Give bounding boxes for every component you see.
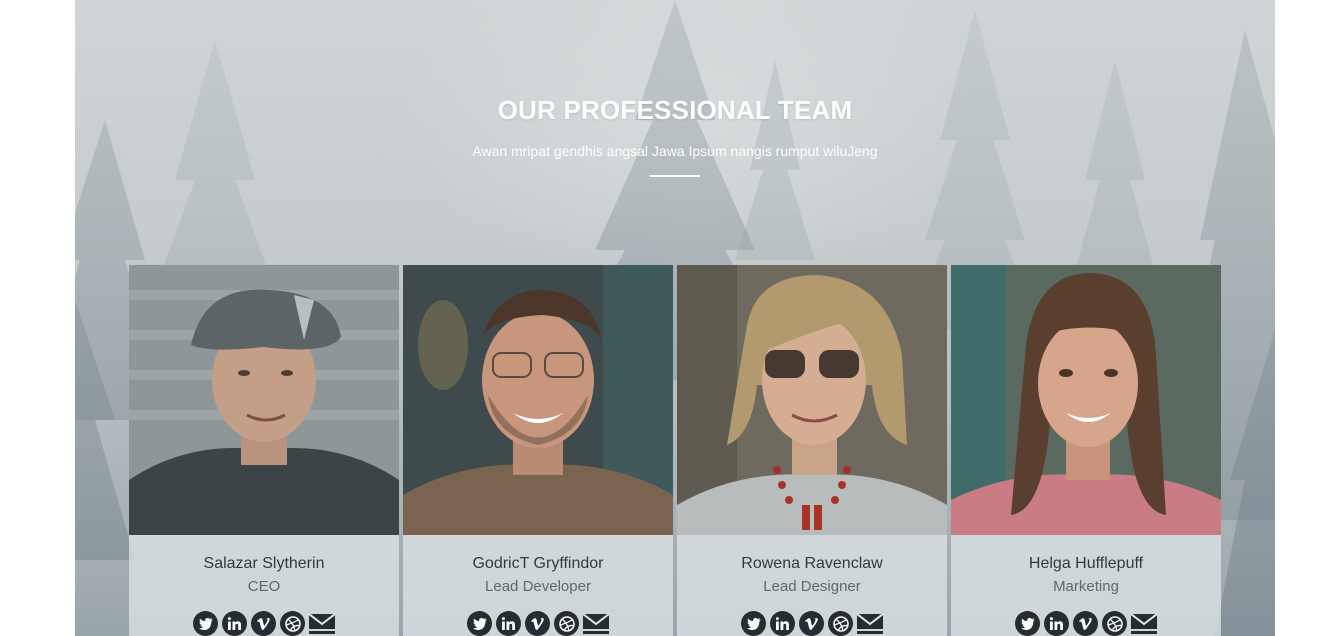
section-subtitle: Awan mripat gendhis angsal Jawa Ipsum na… <box>472 143 878 159</box>
member-photo <box>677 265 947 535</box>
member-photo <box>129 265 399 535</box>
member-name: Helga Hufflepuff <box>1028 555 1144 572</box>
twitter-icon[interactable] <box>193 611 218 636</box>
member-name: Rowena Ravenclaw <box>741 555 883 572</box>
email-icon[interactable] <box>857 614 883 634</box>
linkedin-icon[interactable] <box>222 611 247 636</box>
social-links <box>403 611 673 636</box>
team-cards: Salazar Slytherin CEO GodricT Gryffindor… <box>129 265 1221 636</box>
team-card: Helga Hufflepuff Marketing <box>951 265 1221 636</box>
section-title: OUR PROFESSIONAL TEAM <box>497 95 853 125</box>
member-name: Salazar Slytherin <box>203 555 325 572</box>
linkedin-icon[interactable] <box>1044 611 1069 636</box>
member-info: Rowena Ravenclaw Lead Designer <box>677 535 947 636</box>
title-divider <box>650 175 700 177</box>
social-links <box>129 611 399 636</box>
social-links <box>677 611 947 636</box>
member-role: Lead Developer <box>485 578 591 595</box>
member-name: GodricT Gryffindor <box>472 555 604 572</box>
member-info: Helga Hufflepuff Marketing <box>951 535 1221 636</box>
twitter-icon[interactable] <box>467 611 492 636</box>
vimeo-icon[interactable] <box>1073 611 1098 636</box>
team-section: OUR PROFESSIONAL TEAM Awan mripat gendhi… <box>75 0 1275 636</box>
email-icon[interactable] <box>583 614 609 634</box>
member-info: Salazar Slytherin CEO <box>129 535 399 636</box>
team-card: GodricT Gryffindor Lead Developer <box>403 265 673 636</box>
dribbble-icon[interactable] <box>828 611 853 636</box>
twitter-icon[interactable] <box>1015 611 1040 636</box>
dribbble-icon[interactable] <box>554 611 579 636</box>
linkedin-icon[interactable] <box>770 611 795 636</box>
twitter-icon[interactable] <box>741 611 766 636</box>
team-card: Rowena Ravenclaw Lead Designer <box>677 265 947 636</box>
email-icon[interactable] <box>1131 614 1157 634</box>
member-photo <box>951 265 1221 535</box>
dribbble-icon[interactable] <box>1102 611 1127 636</box>
linkedin-icon[interactable] <box>496 611 521 636</box>
member-role: Lead Designer <box>763 578 861 595</box>
email-icon[interactable] <box>309 614 335 634</box>
member-photo <box>403 265 673 535</box>
member-role: CEO <box>247 578 281 595</box>
vimeo-icon[interactable] <box>525 611 550 636</box>
social-links <box>951 611 1221 636</box>
vimeo-icon[interactable] <box>251 611 276 636</box>
member-info: GodricT Gryffindor Lead Developer <box>403 535 673 636</box>
member-role: Marketing <box>1053 578 1119 595</box>
vimeo-icon[interactable] <box>799 611 824 636</box>
team-card: Salazar Slytherin CEO <box>129 265 399 636</box>
dribbble-icon[interactable] <box>280 611 305 636</box>
